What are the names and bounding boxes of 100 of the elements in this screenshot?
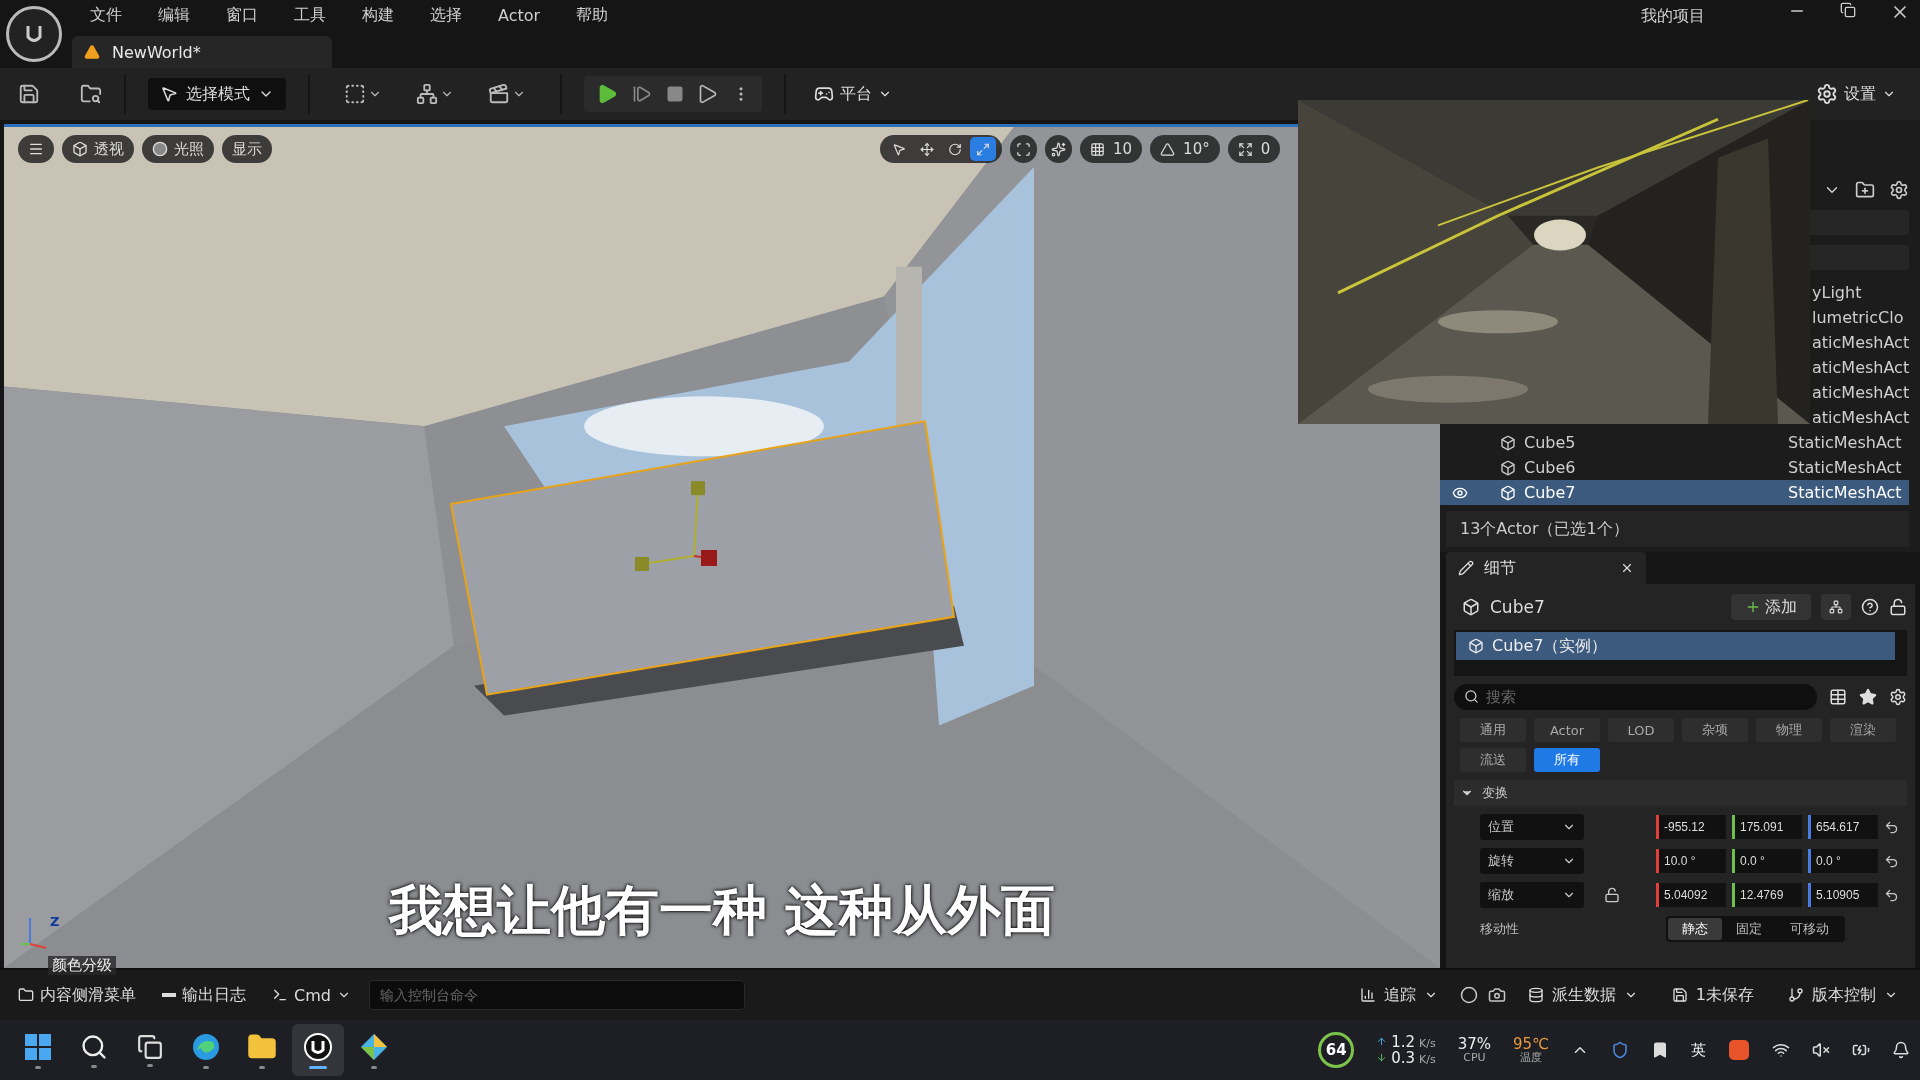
transform-dropdown[interactable]: 位置 <box>1480 814 1584 840</box>
number-field[interactable]: 12.4769 <box>1732 883 1802 907</box>
menu-item[interactable]: 窗口 <box>208 4 276 26</box>
lock-icon[interactable] <box>1889 598 1908 616</box>
bell-icon[interactable] <box>1892 1041 1910 1059</box>
menu-item[interactable]: 文件 <box>72 4 140 26</box>
outliner-row[interactable]: yLight <box>1812 280 1910 305</box>
wifi-icon[interactable] <box>1772 1041 1790 1059</box>
table-icon[interactable] <box>1829 688 1848 706</box>
filter-tab[interactable]: 所有 <box>1534 748 1600 772</box>
lock-icon[interactable] <box>1604 887 1620 903</box>
mobility-option[interactable]: 可移动 <box>1776 918 1843 940</box>
viewport-button[interactable]: 透视 <box>62 135 134 163</box>
task-view-icon[interactable] <box>137 1033 163 1060</box>
menu-item[interactable]: 工具 <box>276 4 344 26</box>
camera-icon[interactable] <box>1487 986 1506 1004</box>
browse-icon[interactable] <box>80 83 102 105</box>
number-field[interactable]: 5.10905 <box>1808 883 1878 907</box>
blueprint-icon[interactable] <box>416 83 438 105</box>
snap-button[interactable]: 10° <box>1150 135 1220 163</box>
shield-icon[interactable] <box>1611 1041 1629 1059</box>
mobility-option[interactable]: 静态 <box>1668 918 1722 940</box>
eject-icon[interactable] <box>698 84 718 104</box>
viewport-button[interactable]: 光照 <box>142 135 214 163</box>
restore-icon[interactable] <box>1840 2 1856 18</box>
tool-button[interactable] <box>970 137 996 161</box>
help-icon[interactable] <box>1861 598 1880 616</box>
reset-icon[interactable] <box>1884 819 1899 835</box>
mobility-option[interactable]: 固定 <box>1722 918 1776 940</box>
filter-tab[interactable]: LOD <box>1608 718 1674 742</box>
number-field[interactable]: -955.12 <box>1656 815 1726 839</box>
number-field[interactable]: 5.04092 <box>1656 883 1726 907</box>
settings-icon[interactable] <box>1889 180 1910 200</box>
mode-dropdown[interactable]: 选择模式 <box>148 78 286 110</box>
console-input[interactable]: 输入控制台命令 <box>368 980 745 1010</box>
menu-item[interactable]: 帮助 <box>558 4 627 26</box>
settings-dropdown[interactable]: 设置 <box>1810 82 1902 106</box>
outliner-row[interactable]: Cube6 StaticMeshAct <box>1440 455 1910 480</box>
transform-dropdown[interactable]: 缩放 <box>1480 882 1584 908</box>
mute-icon[interactable] <box>1812 1041 1830 1059</box>
stop-icon[interactable] <box>666 85 684 103</box>
status-button[interactable]: 版本控制 <box>1776 984 1910 1006</box>
step-icon[interactable] <box>632 84 652 104</box>
status-button[interactable]: 追踪 <box>1347 984 1450 1006</box>
filter-tab[interactable]: 通用 <box>1460 718 1526 742</box>
app-icon[interactable] <box>359 1031 389 1062</box>
menu-item[interactable]: 编辑 <box>140 4 208 26</box>
settings-icon[interactable] <box>1889 688 1908 706</box>
cmd-dropdown[interactable]: Cmd <box>264 985 359 1005</box>
search-icon[interactable] <box>80 1032 108 1061</box>
component-item[interactable]: Cube7（实例） <box>1456 632 1896 660</box>
outliner-row[interactable]: Cube5 StaticMeshAct <box>1440 430 1910 455</box>
snap-icon[interactable] <box>1051 141 1066 157</box>
surface-snap-icon[interactable] <box>1016 141 1031 157</box>
app-icon[interactable] <box>1728 1039 1750 1061</box>
actor-type: lumetricClo <box>1812 308 1904 327</box>
number-field[interactable]: 0.0 ° <box>1732 849 1802 873</box>
search-field[interactable]: 搜索 <box>1454 684 1818 710</box>
filter-tab[interactable]: 渲染 <box>1830 718 1896 742</box>
filter-tab[interactable]: Actor <box>1534 718 1600 742</box>
add-actor-icon[interactable] <box>344 83 366 105</box>
cube-icon <box>1500 459 1516 476</box>
viewport-button[interactable]: 显示 <box>222 135 272 163</box>
status-button[interactable]: 1未保存 <box>1659 984 1766 1006</box>
reset-icon[interactable] <box>1884 887 1899 903</box>
record-icon[interactable] <box>1459 986 1478 1004</box>
filter-tab[interactable]: 物理 <box>1756 718 1822 742</box>
menu-item[interactable]: 构建 <box>344 4 412 26</box>
folder-add-icon[interactable] <box>1855 180 1876 200</box>
save-icon[interactable] <box>18 83 40 105</box>
number-field[interactable]: 654.617 <box>1808 815 1878 839</box>
clapperboard-icon[interactable] <box>488 83 510 105</box>
engine-logo-icon[interactable] <box>6 6 62 62</box>
number-field[interactable]: 10.0 ° <box>1656 849 1726 873</box>
filter-tab[interactable]: 流送 <box>1460 748 1526 772</box>
panel-tab[interactable]: 输出日志 <box>154 984 254 1006</box>
details-tab[interactable]: 细节 <box>1446 552 1646 584</box>
bookmark-icon[interactable] <box>1651 1041 1669 1059</box>
close-icon[interactable] <box>1620 561 1634 575</box>
transform-dropdown[interactable]: 旋转 <box>1480 848 1584 874</box>
menu-item[interactable]: Actor <box>480 5 559 25</box>
hierarchy-button[interactable] <box>1821 594 1852 620</box>
panel-tab[interactable]: 内容侧滑菜单 <box>10 984 144 1006</box>
outliner-row[interactable]: lumetricClo <box>1812 305 1910 330</box>
windows-start-icon[interactable] <box>23 1031 53 1062</box>
number-field[interactable]: 175.091 <box>1732 815 1802 839</box>
number-field[interactable]: 0.0 ° <box>1808 849 1878 873</box>
section-header[interactable]: 变换 <box>1454 780 1908 806</box>
star-icon[interactable] <box>1859 688 1878 706</box>
menu-item[interactable]: 选择 <box>412 4 480 26</box>
snap-button[interactable]: 10 <box>1080 135 1143 163</box>
platform-dropdown[interactable]: 平台 <box>808 82 898 106</box>
filter-tab[interactable]: 杂项 <box>1682 718 1748 742</box>
status-button[interactable]: 派生数据 <box>1515 984 1650 1006</box>
outliner-row[interactable]: Cube7 StaticMeshAct <box>1440 480 1910 505</box>
browser-icon[interactable] <box>191 1031 221 1062</box>
level-tab[interactable]: NewWorld* <box>72 36 332 68</box>
project-name: 我的项目 <box>1641 6 1705 27</box>
add-button[interactable]: 添加 <box>1731 594 1812 620</box>
reset-icon[interactable] <box>1884 853 1899 869</box>
